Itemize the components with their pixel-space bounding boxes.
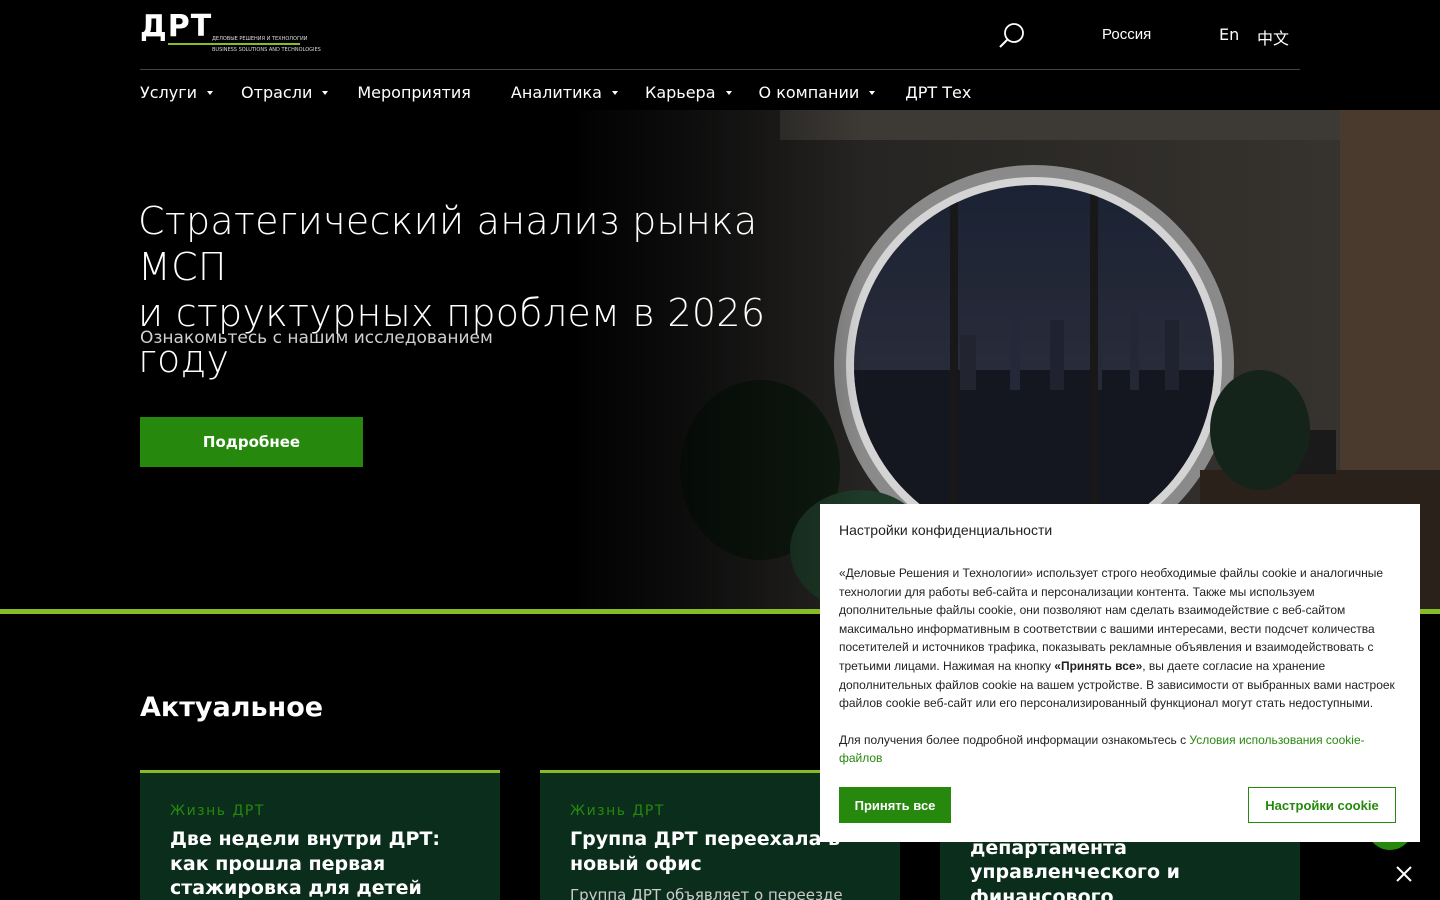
nav-item-analytics[interactable]: Аналитика bbox=[511, 83, 618, 102]
section-title-actual: Актуальное bbox=[140, 692, 324, 723]
news-card[interactable]: Жизнь ДРТ Две недели внутри ДРТ: как про… bbox=[140, 770, 500, 900]
nav-item-label: Мероприятия bbox=[357, 82, 471, 102]
logo[interactable]: ДРТ ДЕЛОВЫЕ РЕШЕНИЯ И ТЕХНОЛОГИИ BUSINES… bbox=[140, 9, 321, 55]
hero-title: Стратегический анализ рынка МСП и структ… bbox=[138, 198, 858, 382]
caret-down-icon bbox=[207, 91, 214, 95]
site-header: ДРТ ДЕЛОВЫЕ РЕШЕНИЯ И ТЕХНОЛОГИИ BUSINES… bbox=[0, 0, 1440, 110]
nav-item-label: ДРТ Тех bbox=[905, 82, 972, 102]
logo-mark: ДРТ bbox=[140, 9, 213, 44]
search-icon[interactable] bbox=[996, 20, 1028, 52]
nav-item-career[interactable]: Карьера bbox=[645, 83, 732, 102]
caret-down-icon bbox=[725, 91, 732, 95]
hero-title-line-1: Стратегический анализ рынка МСП bbox=[138, 199, 758, 289]
main-nav: Услуги Отрасли Мероприятия Аналитика Кар… bbox=[140, 80, 971, 104]
caret-down-icon bbox=[322, 91, 329, 95]
nav-item-industries[interactable]: Отрасли bbox=[241, 82, 329, 102]
cookie-text-bold: «Принять все» bbox=[1054, 658, 1143, 673]
card-description: Группа ДРТ объявляет о переезде bbox=[570, 886, 843, 900]
cookie-settings-button[interactable]: Настройки cookie bbox=[1248, 787, 1396, 823]
hero-subtitle: Ознакомьтесь с нашим исследованием bbox=[140, 328, 493, 348]
nav-item-events[interactable]: Мероприятия bbox=[357, 83, 471, 102]
caret-down-icon bbox=[869, 91, 876, 95]
nav-item-label: Карьера bbox=[644, 82, 716, 102]
lang-en-link[interactable]: En bbox=[1219, 25, 1239, 44]
cookie-more-text: Для получения более подробной информации… bbox=[839, 732, 1190, 747]
logo-underline bbox=[168, 43, 300, 45]
close-icon[interactable] bbox=[1394, 864, 1414, 884]
lang-zh-link[interactable]: 中文 bbox=[1257, 25, 1289, 49]
cookie-dialog-title: Настройки конфиденциальности bbox=[839, 522, 1053, 538]
logo-subtitle-en: BUSINESS SOLUTIONS AND TECHNOLOGIES bbox=[212, 47, 321, 53]
card-title[interactable]: Две недели внутри ДРТ: как прошла первая… bbox=[170, 827, 470, 900]
nav-item-label: О компании bbox=[758, 82, 860, 102]
nav-item-about[interactable]: О компании bbox=[759, 83, 876, 102]
region-selector[interactable]: Россия bbox=[1102, 26, 1151, 43]
nav-item-label: Аналитика bbox=[510, 82, 602, 102]
cookie-more-info: Для получения более подробной информации… bbox=[839, 731, 1398, 768]
hero-more-button[interactable]: Подробнее bbox=[140, 417, 363, 467]
caret-down-icon bbox=[611, 91, 618, 95]
card-category: Жизнь ДРТ bbox=[170, 803, 265, 819]
nav-item-services[interactable]: Услуги bbox=[140, 82, 214, 102]
nav-item-label: Услуги bbox=[140, 82, 198, 102]
cookie-text-part-1: «Деловые Решения и Технологии» используе… bbox=[839, 566, 1384, 673]
accept-all-cookies-button[interactable]: Принять все bbox=[839, 787, 951, 823]
cookie-consent-dialog: Настройки конфиденциальности «Деловые Ре… bbox=[820, 504, 1420, 842]
header-divider bbox=[140, 69, 1300, 70]
nav-item-drt-tech[interactable]: ДРТ Тех bbox=[905, 83, 971, 102]
logo-subtitle-ru: ДЕЛОВЫЕ РЕШЕНИЯ И ТЕХНОЛОГИИ bbox=[212, 36, 308, 42]
nav-item-label: Отрасли bbox=[241, 82, 313, 102]
cookie-dialog-text: «Деловые Решения и Технологии» используе… bbox=[839, 564, 1398, 713]
